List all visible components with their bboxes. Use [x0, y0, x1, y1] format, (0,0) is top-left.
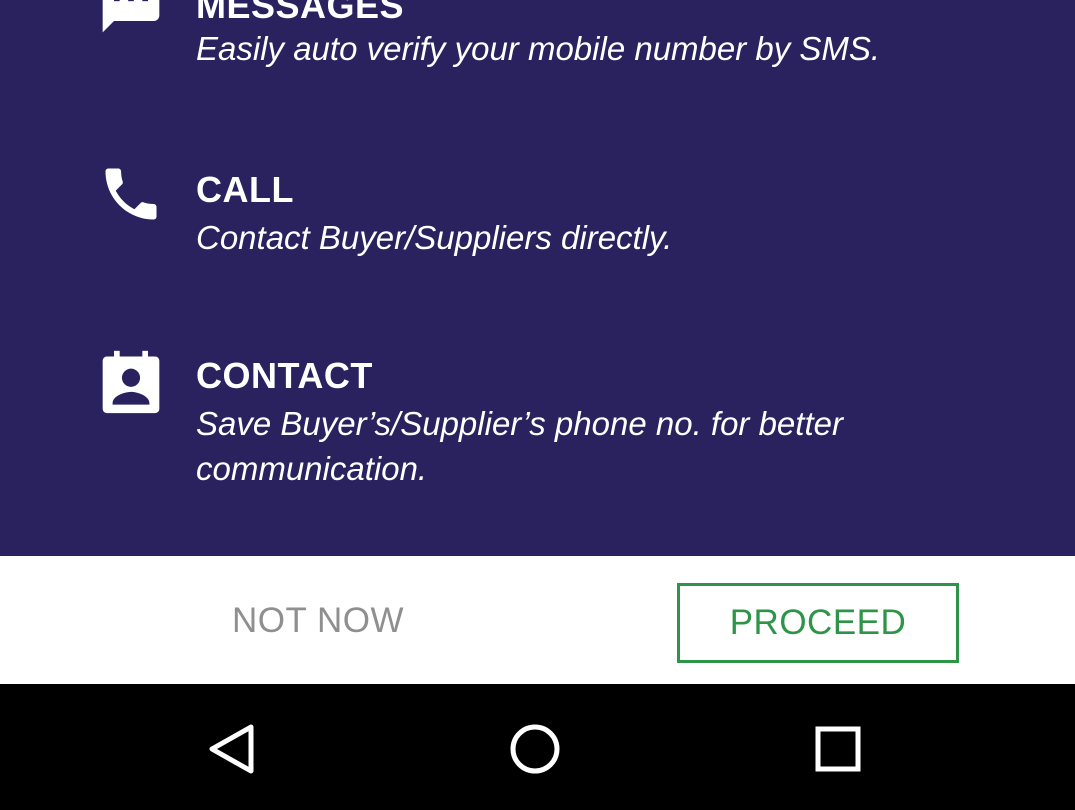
proceed-button[interactable]: PROCEED	[677, 583, 959, 663]
phone-icon	[97, 160, 165, 228]
not-now-button[interactable]: NOT NOW	[208, 584, 428, 658]
message-icon	[97, 0, 165, 38]
permission-title: CONTACT	[196, 355, 373, 396]
system-nav-bar	[0, 684, 1075, 810]
permissions-panel: MESSAGES Easily auto verify your mobile …	[0, 0, 1075, 556]
permission-title: MESSAGES	[196, 0, 405, 26]
contact-icon	[97, 348, 165, 416]
dialog-actions: NOT NOW PROCEED	[0, 556, 1075, 684]
permission-title: CALL	[196, 169, 294, 210]
back-triangle-icon[interactable]	[202, 719, 262, 779]
home-circle-icon[interactable]	[505, 719, 565, 779]
permission-description: Contact Buyer/Suppliers directly.	[196, 219, 673, 256]
permission-dialog-screen: MESSAGES Easily auto verify your mobile …	[0, 0, 1075, 810]
permission-description: Easily auto verify your mobile number by…	[196, 30, 881, 67]
permission-description: Save Buyer’s/Supplier’s phone no. for be…	[196, 405, 843, 487]
recents-square-icon[interactable]	[808, 719, 868, 779]
